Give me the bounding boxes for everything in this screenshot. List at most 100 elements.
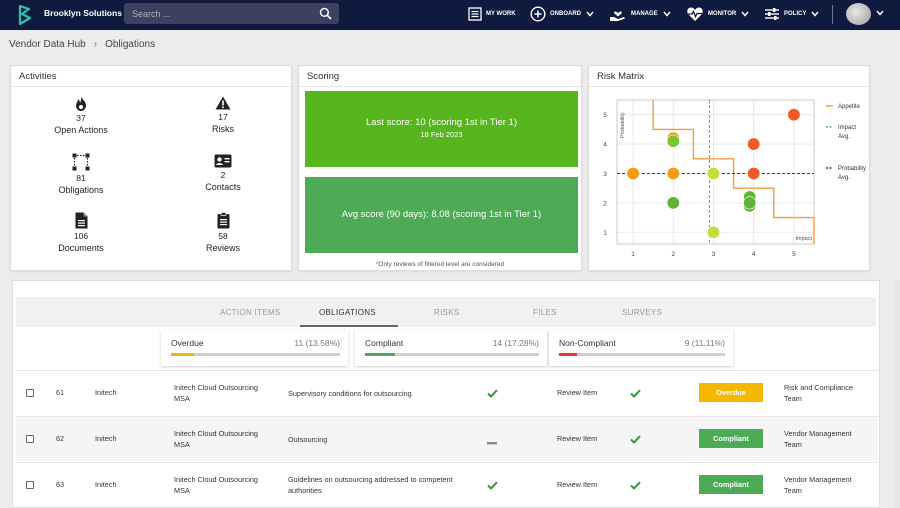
- cell-line: Vendor Management: [784, 429, 852, 438]
- row-contract[interactable]: Initech Cloud Outsourcing MSA: [174, 428, 258, 450]
- tab-files[interactable]: FILES: [533, 308, 557, 317]
- row-checkbox[interactable]: [26, 481, 34, 489]
- stat-label: Compliant: [365, 338, 404, 348]
- x-axis-label: Impact: [795, 236, 812, 242]
- stat-progress-fill: [559, 353, 578, 356]
- row-vendor: Initech: [95, 480, 117, 489]
- stat-count: 14 (17.28%): [492, 338, 539, 348]
- row-review-link[interactable]: Review Item: [557, 388, 597, 397]
- activity-open-actions[interactable]: 37 Open Actions: [31, 96, 131, 135]
- activity-count: 17: [218, 112, 228, 122]
- y-tick-label: 5: [603, 112, 607, 119]
- document-icon: [75, 212, 87, 229]
- row-obligation[interactable]: Guidelines on outsourcing addressed to c…: [288, 474, 453, 496]
- row-checkbox[interactable]: [26, 389, 34, 397]
- activity-count: 37: [76, 113, 86, 123]
- table-row: 62 Initech Initech Cloud Outsourcing MSA Out…: [16, 416, 878, 461]
- activity-reviews[interactable]: 58 Reviews: [173, 212, 273, 253]
- row-id: 61: [56, 388, 65, 397]
- stat-progress-track: [365, 353, 539, 356]
- activity-label: Documents: [58, 243, 104, 253]
- dash-icon: [487, 438, 497, 447]
- cell-line: Outsourcing: [288, 435, 328, 444]
- row-owner: Risk and Compliance Team: [784, 382, 853, 404]
- y-tick-label: 4: [603, 142, 607, 149]
- risk-point: [626, 166, 640, 180]
- risk-point: [743, 196, 757, 210]
- activity-count: 81: [76, 173, 86, 183]
- cell-line: Supervisory conditions for outsourcing: [288, 389, 412, 398]
- legend-label: Appetite: [838, 104, 861, 110]
- tab-obligations[interactable]: OBLIGATIONS: [319, 308, 376, 317]
- tab-risks[interactable]: RISKS: [434, 308, 460, 317]
- row-checkbox[interactable]: [26, 435, 34, 443]
- x-tick-label: 2: [671, 251, 675, 258]
- stat-non-compliant[interactable]: Non-Compliant 9 (11.11%): [549, 330, 733, 366]
- activity-documents[interactable]: 106 Documents: [31, 212, 131, 253]
- nav-onboard[interactable]: ONBOARD: [530, 4, 594, 24]
- nav-manage-label: MANAGE: [631, 11, 658, 17]
- row-contract[interactable]: Initech Cloud Outsourcing MSA: [174, 474, 258, 496]
- row-review-link[interactable]: Review Item: [557, 480, 597, 489]
- sliders-icon: [765, 8, 779, 20]
- activities-title: Activities: [19, 71, 57, 82]
- tab-surveys[interactable]: SURVEYS: [622, 308, 662, 317]
- risk-matrix-title: Risk Matrix: [597, 71, 644, 82]
- risk-point: [666, 196, 680, 210]
- avg-score-card: Avg score (90 days): 8.08 (scoring 1st i…: [305, 177, 578, 253]
- breadcrumb-vendor-data-hub[interactable]: Vendor Data Hub: [9, 39, 86, 50]
- contact-card-icon: [214, 154, 232, 168]
- nav-policy[interactable]: POLICY: [764, 4, 819, 24]
- row-obligation[interactable]: Outsourcing: [288, 434, 327, 445]
- search-input[interactable]: [132, 3, 312, 24]
- scoring-title: Scoring: [307, 71, 340, 82]
- activity-risks[interactable]: 17 Risks: [173, 96, 273, 134]
- cell-line: Initech Cloud Outsourcing: [174, 429, 258, 438]
- row-obligation[interactable]: Supervisory conditions for outsourcing: [288, 388, 412, 399]
- heartbeat-icon: [687, 7, 703, 21]
- vertical-scrollbar[interactable]: [894, 280, 900, 508]
- stat-label: Non-Compliant: [559, 338, 616, 348]
- user-avatar[interactable]: [846, 3, 871, 25]
- row-owner: Vendor Management Team: [784, 474, 852, 496]
- nav-my-work[interactable]: MY WORK: [468, 4, 516, 24]
- brand-logo[interactable]: [14, 4, 36, 26]
- nav-manage[interactable]: MANAGE: [609, 4, 671, 24]
- last-score-card: Last score: 10 (scoring 1st in Tier 1) 1…: [305, 91, 578, 167]
- tab-action-items[interactable]: ACTION ITEMS: [220, 308, 281, 317]
- status-badge: Compliant: [699, 429, 763, 448]
- stat-count: 11 (13.58%): [294, 338, 340, 348]
- activity-obligations[interactable]: 81 Obligations: [31, 153, 131, 195]
- hand-heart-icon: [610, 11, 625, 21]
- last-score-text: Last score: 10 (scoring 1st in Tier 1): [365, 117, 517, 128]
- active-tab-indicator: [300, 325, 398, 327]
- stat-overdue[interactable]: Overdue 11 (13.58%): [161, 330, 348, 366]
- cell-line: authorities: [288, 486, 322, 495]
- chevron-down-icon: [663, 11, 671, 17]
- legend-label: Avg.: [838, 175, 850, 181]
- legend-label: Impact: [838, 125, 856, 131]
- stat-compliant[interactable]: Compliant 14 (17.28%): [355, 330, 547, 366]
- activity-count: 2: [220, 170, 226, 180]
- row-contract[interactable]: Initech Cloud Outsourcing MSA: [174, 382, 258, 404]
- table-row: 61 Initech Initech Cloud Outsourcing MSA Sup…: [16, 370, 878, 415]
- nav-onboard-label: ONBOARD: [550, 11, 581, 17]
- nav-monitor[interactable]: MONITOR: [686, 4, 749, 24]
- risk-point: [747, 137, 761, 151]
- chevron-down-icon: [811, 11, 819, 17]
- search-box[interactable]: [124, 3, 339, 24]
- status-badge: Compliant: [699, 475, 763, 494]
- chevron-down-icon[interactable]: [876, 10, 884, 16]
- status-badge: Overdue: [699, 383, 763, 402]
- activities-panel: Activities 37 Open Actions 17 Risks 81 O…: [10, 65, 292, 271]
- row-id: 62: [56, 434, 65, 443]
- y-tick-label: 1: [603, 230, 607, 237]
- nav-monitor-label: MONITOR: [708, 11, 737, 17]
- cell-line: Initech Cloud Outsourcing: [174, 383, 258, 392]
- nav-my-work-label: MY WORK: [486, 11, 516, 17]
- check-icon: [630, 389, 641, 400]
- row-review-link[interactable]: Review Item: [557, 434, 597, 443]
- search-icon[interactable]: [319, 7, 332, 20]
- activity-contacts[interactable]: 2 Contacts: [173, 154, 273, 192]
- x-tick-label: 1: [631, 251, 635, 258]
